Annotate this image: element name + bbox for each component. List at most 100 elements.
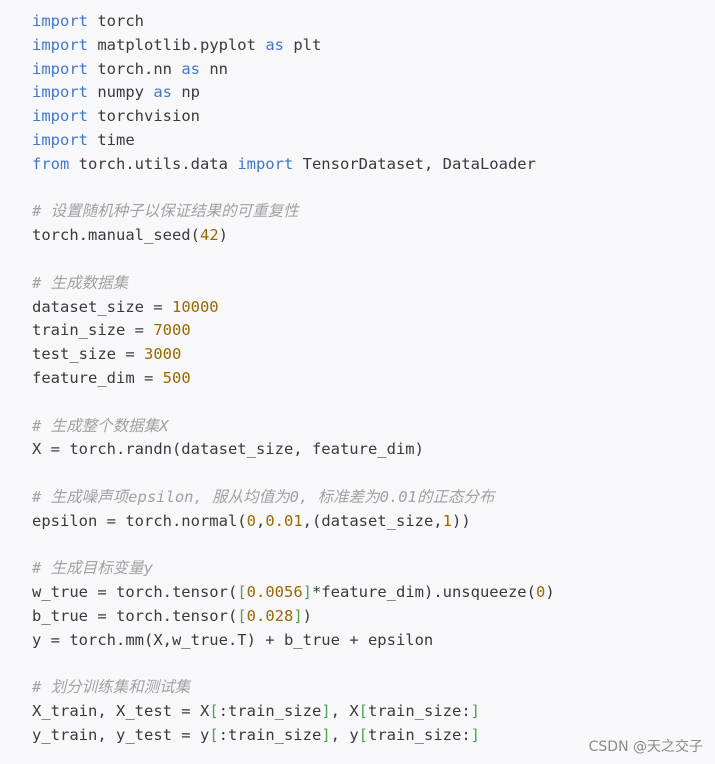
code-text: ) <box>302 606 313 625</box>
code-line: y = torch.mm(X,w_true.T) + b_true + epsi… <box>32 629 555 653</box>
code-text: [ <box>358 702 368 721</box>
code-text: [ <box>209 702 219 721</box>
code-text: ] <box>302 583 312 602</box>
code-line: X_train, X_test = X[:train_size], X[trai… <box>32 700 555 724</box>
code-text: , X <box>330 702 359 721</box>
code-line: # 设置随机种子以保证结果的可重复性 <box>32 200 555 224</box>
code-block[interactable]: import torch import matplotlib.pyplot as … <box>32 10 555 748</box>
code-text: :train_size <box>218 725 322 744</box>
code-text: dataset_size = <box>32 297 172 316</box>
code-line: y_train, y_test = y[:train_size], y[trai… <box>32 724 555 748</box>
code-line: # 生成整个数据集X <box>32 415 555 439</box>
code-line: dataset_size = 10000 <box>32 296 555 320</box>
code-line: from torch.utils.data import TensorDatas… <box>32 153 555 177</box>
code-line: import torchvision <box>32 105 555 129</box>
code-line: # 生成目标变量y <box>32 557 555 581</box>
code-comment: # 设置随机种子以保证结果的可重复性 <box>32 202 299 221</box>
code-line: import numpy as np <box>32 81 555 105</box>
code-keyword: as <box>153 83 172 102</box>
code-line: # 生成数据集 <box>32 272 555 296</box>
code-keyword: import <box>32 12 88 30</box>
code-keyword: from <box>32 154 70 173</box>
code-text: matplotlib.pyplot <box>88 35 266 54</box>
csdn-watermark: CSDN @天之交子 <box>588 739 703 755</box>
code-text: ] <box>293 606 303 625</box>
code-line: w_true = torch.tensor([0.0056]*feature_d… <box>32 581 555 605</box>
code-line: import matplotlib.pyplot as plt <box>32 34 555 58</box>
code-line: import torch <box>32 10 555 34</box>
code-line: b_true = torch.tensor([0.028]) <box>32 605 555 629</box>
code-text: torch <box>88 12 144 30</box>
code-number: 3000 <box>143 345 182 364</box>
code-text: b_true = torch.tensor( <box>32 606 238 625</box>
code-text: *feature_dim).unsqueeze( <box>312 583 536 602</box>
code-keyword: import <box>32 130 88 149</box>
code-comment: # 生成目标变量y <box>32 559 153 578</box>
code-text: ) <box>218 226 228 245</box>
code-keyword: import <box>237 154 294 173</box>
code-text: [ <box>237 606 247 625</box>
code-number: 0.028 <box>246 606 294 625</box>
code-line: # 划分训练集和测试集 <box>32 676 555 700</box>
code-keyword: import <box>32 59 88 78</box>
code-text: :train_size <box>218 702 322 721</box>
code-text: test_size = <box>32 345 144 364</box>
code-keyword: as <box>181 59 200 78</box>
code-text: ,(dataset_size, <box>302 511 443 530</box>
code-text: y_train, y_test = y <box>32 725 210 744</box>
code-number: 0.01 <box>265 511 303 530</box>
code-line: X = torch.randn(dataset_size, feature_di… <box>32 438 555 462</box>
code-keyword: import <box>32 83 88 102</box>
code-line: import torch.nn as nn <box>32 58 555 82</box>
code-text: ] <box>321 702 331 721</box>
code-line: feature_dim = 500 <box>32 367 555 391</box>
code-text: epsilon = torch.normal( <box>32 511 247 530</box>
code-text: , <box>255 511 266 530</box>
code-text: ] <box>470 725 480 744</box>
code-text: torchvision <box>88 107 200 126</box>
code-number: 500 <box>162 368 191 387</box>
code-page: import torch import matplotlib.pyplot as … <box>0 0 715 764</box>
code-number: 1 <box>442 511 452 530</box>
code-number: 0.0056 <box>246 583 303 602</box>
code-text: train_size = <box>32 321 154 340</box>
code-text: train_size: <box>368 702 471 721</box>
code-number: 10000 <box>171 297 219 316</box>
code-number: 0 <box>535 583 546 602</box>
code-comment: # 生成整个数据集X <box>32 416 169 435</box>
code-text: ] <box>470 702 480 721</box>
code-number: 42 <box>199 226 219 245</box>
code-text: X_train, X_test = X <box>32 702 210 721</box>
code-text: torch.nn <box>88 59 182 78</box>
code-keyword: import <box>32 107 88 126</box>
code-text: )) <box>451 511 471 530</box>
code-line: test_size = 3000 <box>32 343 555 367</box>
code-text: ] <box>321 725 331 744</box>
code-text: X = torch.randn(dataset_size, feature_di… <box>32 440 424 459</box>
code-line: train_size = 7000 <box>32 319 555 343</box>
code-text: numpy <box>88 83 154 102</box>
code-line: torch.manual_seed(42) <box>32 224 555 248</box>
code-text: ) <box>545 583 555 602</box>
code-text: nn <box>200 59 228 78</box>
code-text: np <box>172 83 200 102</box>
code-text: [ <box>358 725 368 744</box>
code-text: [ <box>237 583 247 602</box>
code-line: # 生成噪声项epsilon, 服从均值为0, 标准差为0.01的正态分布 <box>32 486 555 510</box>
code-number: 7000 <box>153 321 191 340</box>
code-text: y = torch.mm(X,w_true.T) + b_true + epsi… <box>32 630 434 649</box>
code-keyword: as <box>265 35 284 54</box>
code-text: [ <box>209 725 219 744</box>
code-text: feature_dim = <box>32 368 163 387</box>
code-text: time <box>88 130 135 149</box>
code-comment: # 生成数据集 <box>32 273 129 292</box>
code-text: , y <box>330 725 359 744</box>
code-comment: # 生成噪声项epsilon, 服从均值为0, 标准差为0.01的正态分布 <box>32 487 495 506</box>
code-text: TensorDataset, DataLoader <box>293 154 536 173</box>
